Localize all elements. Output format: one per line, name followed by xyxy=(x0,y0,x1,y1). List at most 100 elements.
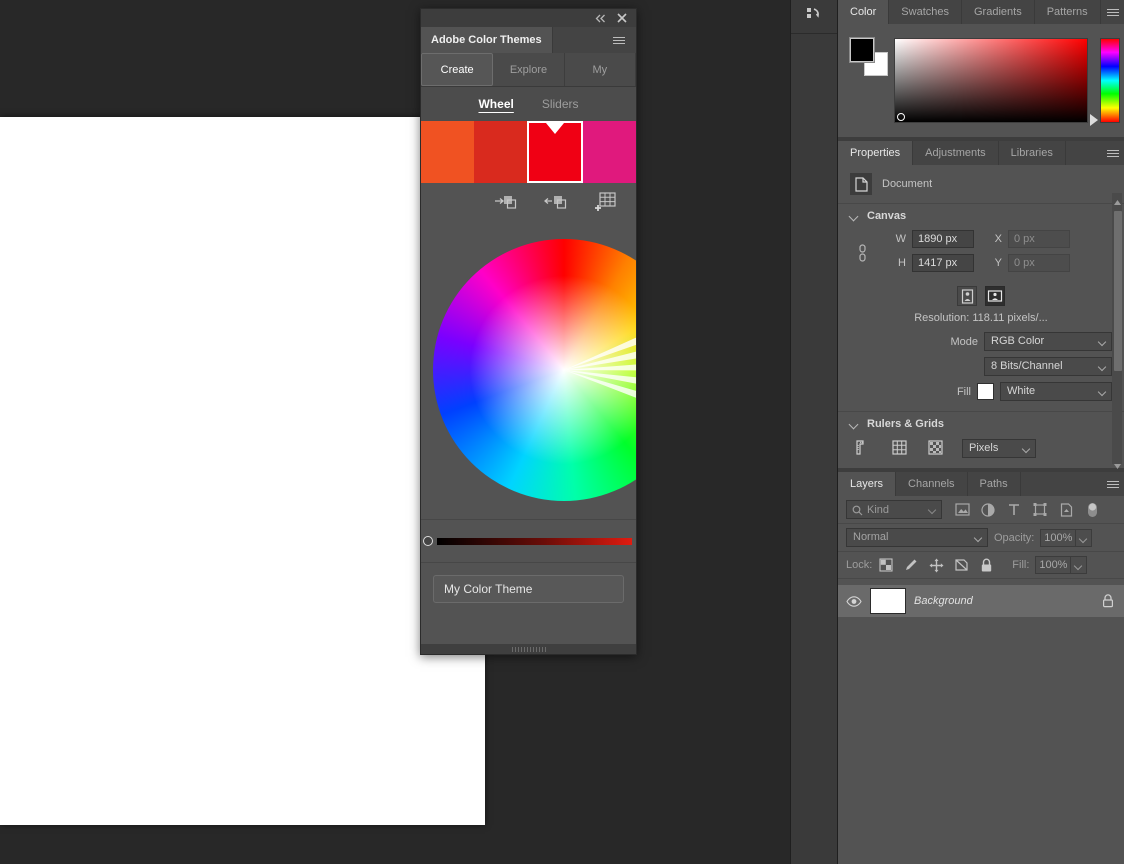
resize-grip[interactable] xyxy=(511,646,546,652)
subtab-sliders[interactable]: Sliders xyxy=(542,97,579,111)
fill-input[interactable]: 100% xyxy=(1035,556,1072,574)
subtab-wheel[interactable]: Wheel xyxy=(478,97,513,111)
color-picker-marker xyxy=(897,113,905,121)
lock-all-icon[interactable] xyxy=(978,557,994,573)
height-row: H 1417 px Y 0 px xyxy=(850,254,1112,272)
color-themes-menu-button[interactable] xyxy=(608,36,630,44)
filter-toggle-switch[interactable] xyxy=(1084,502,1100,518)
tab-swatches[interactable]: Swatches xyxy=(889,0,962,24)
canvas-section-header[interactable]: Canvas xyxy=(838,204,1124,228)
filter-pixel-layers-icon[interactable] xyxy=(954,502,970,518)
color-panel-tabbar: Color Swatches Gradients Patterns xyxy=(838,0,1124,24)
opacity-stepper[interactable] xyxy=(1076,528,1093,547)
tab-channels[interactable]: Channels xyxy=(896,472,968,496)
layer-list: Background xyxy=(838,579,1124,617)
properties-panel-menu-button[interactable] xyxy=(1102,141,1124,165)
rulers-grids-section-header[interactable]: Rulers & Grids xyxy=(838,411,1124,436)
tab-properties[interactable]: Properties xyxy=(838,141,914,165)
x-input[interactable]: 0 px xyxy=(1008,230,1070,248)
tab-create[interactable]: Create xyxy=(421,53,494,86)
tab-explore[interactable]: Explore xyxy=(493,53,565,86)
history-panel-button[interactable] xyxy=(791,0,837,34)
blend-mode-select[interactable]: Normal xyxy=(846,528,988,547)
hue-slider[interactable] xyxy=(1100,38,1120,123)
theme-swatch-4[interactable] xyxy=(583,121,636,183)
theme-name-input[interactable]: My Color Theme xyxy=(433,575,624,603)
height-input[interactable]: 1417 px xyxy=(912,254,974,272)
color-panel-body xyxy=(838,24,1124,137)
layer-filter-icons xyxy=(954,502,1100,518)
brightness-slider[interactable] xyxy=(437,537,632,545)
properties-scrollbar-thumb[interactable] xyxy=(1114,211,1122,371)
lock-nesting-icon[interactable] xyxy=(953,557,969,573)
color-themes-titlebar[interactable] xyxy=(421,9,636,27)
panel-menu-icon xyxy=(1107,480,1119,482)
layer-lock-icon[interactable] xyxy=(1100,593,1116,609)
tab-layers[interactable]: Layers xyxy=(838,472,897,496)
layers-panel-menu-button[interactable] xyxy=(1102,472,1124,496)
tab-patterns[interactable]: Patterns xyxy=(1034,0,1101,24)
units-select[interactable]: Pixels xyxy=(962,438,1036,458)
tab-libraries[interactable]: Libraries xyxy=(998,141,1066,165)
theme-swatch-3[interactable] xyxy=(526,121,584,183)
tab-paths[interactable]: Paths xyxy=(967,472,1021,496)
document-button[interactable] xyxy=(850,173,872,195)
set-to-foreground-icon[interactable] xyxy=(544,192,568,212)
fill-label: Fill: xyxy=(1012,559,1030,571)
scroll-up-arrow[interactable] xyxy=(1113,197,1121,207)
rulers-button[interactable] xyxy=(854,438,874,458)
theme-swatch-row xyxy=(421,121,636,183)
fill-stepper[interactable] xyxy=(1071,556,1088,574)
history-icon xyxy=(805,5,823,28)
close-icon xyxy=(617,13,627,23)
filter-adjustment-layers-icon[interactable] xyxy=(980,502,996,518)
set-from-foreground-icon[interactable] xyxy=(494,192,518,212)
landscape-orientation-button[interactable] xyxy=(985,286,1005,306)
color-harmony-rays xyxy=(564,294,636,435)
bit-depth-select[interactable]: 8 Bits/Channel xyxy=(984,357,1112,376)
y-input[interactable]: 0 px xyxy=(1008,254,1070,272)
layer-thumbnail[interactable] xyxy=(870,588,906,614)
portrait-orientation-button[interactable] xyxy=(957,286,977,306)
tab-gradients[interactable]: Gradients xyxy=(962,0,1035,24)
layer-filter-row: Kind xyxy=(838,496,1124,524)
fill-select[interactable]: White xyxy=(1000,382,1112,401)
lock-image-pixels-icon[interactable] xyxy=(903,557,919,573)
transparency-grid-button[interactable] xyxy=(926,438,946,458)
layer-kind-value: Kind xyxy=(867,503,890,516)
filter-shape-layers-icon[interactable] xyxy=(1032,502,1048,518)
opacity-input[interactable]: 100% xyxy=(1040,528,1077,547)
lock-position-icon[interactable] xyxy=(928,557,944,573)
theme-swatch-2[interactable] xyxy=(473,121,527,183)
tab-color[interactable]: Color xyxy=(838,0,890,24)
collapse-button[interactable] xyxy=(594,12,606,24)
tab-adobe-color-themes[interactable]: Adobe Color Themes xyxy=(421,27,553,53)
close-button[interactable] xyxy=(616,12,628,24)
link-dimensions-button[interactable] xyxy=(856,242,868,264)
color-panel: Color Swatches Gradients Patterns xyxy=(838,0,1124,137)
brightness-slider-knob[interactable] xyxy=(423,536,433,546)
table-row[interactable]: Background xyxy=(838,585,1124,617)
foreground-color-swatch[interactable] xyxy=(849,37,875,63)
layer-visibility-toggle[interactable] xyxy=(846,595,862,607)
color-panel-menu-button[interactable] xyxy=(1102,0,1124,24)
grid-button[interactable] xyxy=(890,438,910,458)
mode-select[interactable]: RGB Color xyxy=(984,332,1112,351)
lock-transparent-pixels-icon[interactable] xyxy=(878,557,894,573)
layer-name[interactable]: Background xyxy=(914,595,1092,607)
add-to-swatches-icon[interactable] xyxy=(594,192,618,212)
saturation-value-field[interactable] xyxy=(894,38,1088,123)
scroll-down-arrow[interactable] xyxy=(1113,461,1121,471)
fill-row: Fill White xyxy=(838,382,1124,407)
filter-smart-objects-icon[interactable] xyxy=(1058,502,1074,518)
filter-type-layers-icon[interactable] xyxy=(1006,502,1022,518)
layer-kind-filter[interactable]: Kind xyxy=(846,500,942,519)
foreground-background-swatches[interactable] xyxy=(849,37,888,76)
fill-color-swatch[interactable] xyxy=(977,383,994,400)
width-input[interactable]: 1890 px xyxy=(912,230,974,248)
tab-adjustments[interactable]: Adjustments xyxy=(913,141,999,165)
tab-my[interactable]: My xyxy=(564,53,636,86)
theme-swatch-1[interactable] xyxy=(421,121,474,183)
document-canvas[interactable] xyxy=(0,117,485,825)
canvas-fields: W 1890 px X 0 px H 1417 px Y 0 px xyxy=(838,228,1124,284)
